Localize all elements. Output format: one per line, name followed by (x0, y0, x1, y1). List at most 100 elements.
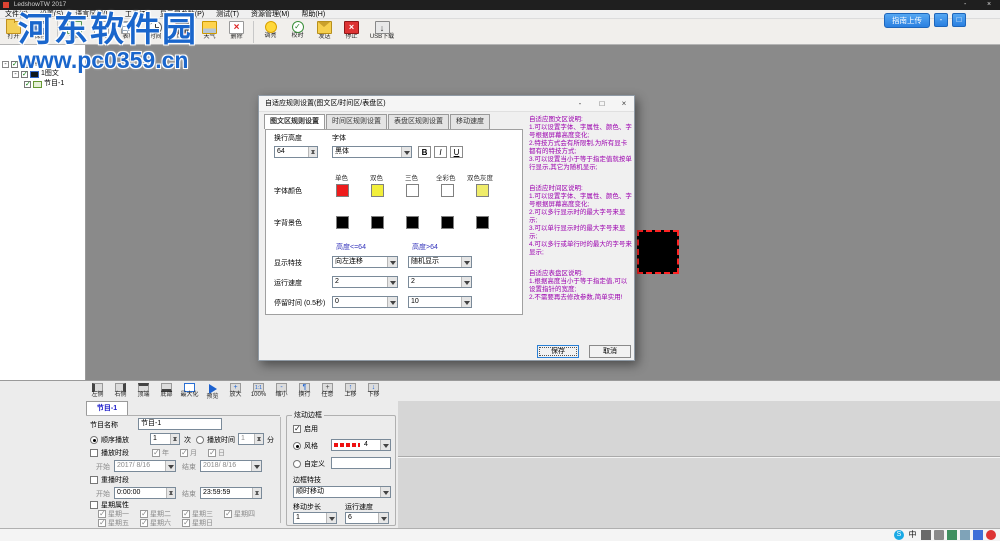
bg-color-swatch[interactable] (406, 216, 419, 229)
tab-text-area-rules[interactable]: 图文区规则设置 (264, 114, 325, 129)
run-speed-select-2[interactable]: 2 (408, 276, 472, 288)
border-style-radio[interactable] (293, 442, 301, 450)
weekday-checkbox[interactable] (182, 519, 190, 527)
dialog-close-button[interactable]: × (614, 96, 634, 112)
time-start-stepper[interactable]: 0:00:00 (114, 487, 176, 499)
menu-resource[interactable]: 资源管理(M) (246, 10, 295, 19)
border-style-select[interactable]: 4 (331, 439, 391, 451)
chevron-down-icon[interactable] (461, 277, 471, 287)
weekday-checkbox[interactable] (224, 510, 232, 518)
weekday-checkbox[interactable] (182, 510, 190, 518)
bg-color-swatch[interactable] (476, 216, 489, 229)
date-end-picker[interactable]: 2018/ 8/16 (200, 460, 262, 472)
toolbar-clock-button[interactable]: 时间 (142, 19, 169, 44)
tree-checkbox[interactable] (11, 61, 18, 68)
weekday-checkbox[interactable] (98, 510, 106, 518)
underline-button[interactable]: U (450, 146, 463, 158)
toolbar-text-area-button[interactable]: 图文 (88, 19, 115, 44)
wrap-button[interactable]: 换行 (293, 382, 316, 401)
zoom-in-button[interactable]: 放大 (224, 382, 247, 401)
chevron-down-icon[interactable] (461, 257, 471, 267)
toolbar-send-button[interactable]: 发送 (311, 19, 338, 44)
font-color-swatch[interactable] (406, 184, 419, 197)
stay-time-select-2[interactable]: 10 (408, 296, 472, 308)
toolbar-brightness-button[interactable]: 调亮 (257, 19, 284, 44)
toolbar-border-button[interactable]: 炫框 (169, 19, 196, 44)
day-checkbox[interactable] (208, 449, 216, 457)
order-play-radio[interactable] (90, 436, 98, 444)
toolbar-program-button[interactable]: 节目 (61, 19, 88, 44)
replay-period-checkbox[interactable] (90, 476, 98, 484)
tab-move-speed[interactable]: 移动速度 (450, 114, 490, 129)
chevron-down-icon[interactable] (387, 277, 397, 287)
tree-checkbox[interactable] (24, 81, 31, 88)
move-up-button[interactable]: 上移 (339, 382, 362, 401)
cancel-button[interactable]: 取消 (589, 345, 631, 358)
toolbar-table-button[interactable]: 表格 (115, 19, 142, 44)
border-effect-select[interactable]: 顺时移动 (293, 486, 391, 498)
stay-time-select-1[interactable]: 0 (332, 296, 398, 308)
toolbar-usb-download-button[interactable]: USB下载 (365, 19, 399, 44)
menu-test[interactable]: 测试(T) (211, 10, 244, 19)
quickbar-minimize-button[interactable]: - (934, 13, 948, 27)
volume-icon[interactable] (934, 530, 944, 540)
border-step-select[interactable]: 1 (293, 512, 337, 524)
chevron-down-icon[interactable] (326, 513, 336, 523)
align-top-button[interactable]: 顶端 (132, 382, 155, 401)
bold-button[interactable]: B (418, 146, 431, 158)
align-right-button[interactable]: 右侧 (109, 382, 132, 401)
toolbar-open-button[interactable]: 打开 (0, 19, 27, 44)
font-select[interactable]: 黑体 (332, 146, 412, 158)
date-start-picker[interactable]: 2017/ 8/16 (114, 460, 176, 472)
bg-color-swatch[interactable] (336, 216, 349, 229)
zoom-100-button[interactable]: 100% (247, 382, 270, 401)
italic-button[interactable]: I (434, 146, 447, 158)
window-minimize-button[interactable]: - (954, 0, 976, 10)
font-color-swatch[interactable] (441, 184, 454, 197)
tree-checkbox[interactable] (21, 71, 28, 78)
dialog-minimize-button[interactable]: - (570, 96, 590, 112)
bg-color-swatch[interactable] (371, 216, 384, 229)
chevron-down-icon[interactable] (251, 461, 261, 471)
chevron-down-icon[interactable] (378, 513, 388, 523)
menu-screen-params[interactable]: 显示屏参数(P) (155, 10, 209, 19)
weekday-checkbox[interactable] (140, 519, 148, 527)
notification-icon[interactable] (986, 530, 996, 540)
zoom-out-button[interactable]: 缩小 (270, 382, 293, 401)
network-icon[interactable] (921, 530, 931, 540)
font-color-swatch[interactable] (371, 184, 384, 197)
effect-select-2[interactable]: 随机显示 (408, 256, 472, 268)
save-button[interactable]: 保存 (537, 345, 579, 358)
stepper-arrows-icon[interactable] (308, 147, 317, 157)
order-play-stepper[interactable]: 1 (150, 433, 180, 445)
menu-language[interactable]: 语言区域(U) (70, 10, 118, 19)
border-custom-input[interactable] (331, 457, 391, 469)
collapse-icon[interactable] (12, 71, 19, 78)
guide-upload-button[interactable]: 指南上传 (884, 13, 930, 28)
toolbar-weather-button[interactable]: 天气 (196, 19, 223, 44)
weekday-checkbox[interactable] (140, 510, 148, 518)
week-attr-checkbox[interactable] (90, 501, 98, 509)
stepper-arrows-icon[interactable] (170, 434, 179, 444)
border-speed-select[interactable]: 6 (345, 512, 389, 524)
year-checkbox[interactable] (152, 449, 160, 457)
tree-item-area[interactable]: 1图文 (0, 69, 85, 79)
font-color-swatch[interactable] (476, 184, 489, 197)
time-end-stepper[interactable]: 23:59:59 (200, 487, 262, 499)
toolbar-time-sync-button[interactable]: 校时 (284, 19, 311, 44)
menu-tools[interactable]: 工具(T) (120, 10, 153, 19)
window-close-button[interactable]: × (978, 0, 1000, 10)
move-down-button[interactable]: 下移 (362, 382, 385, 401)
display-icon[interactable] (947, 530, 957, 540)
toolbar-stop-button[interactable]: 停止 (338, 19, 365, 44)
chevron-down-icon[interactable] (165, 461, 175, 471)
tab-dial-area-rules[interactable]: 表盘区规则设置 (388, 114, 449, 129)
maximize-button[interactable]: 最大化 (178, 382, 201, 401)
chevron-down-icon[interactable] (380, 487, 390, 497)
font-color-swatch[interactable] (336, 184, 349, 197)
collapse-icon[interactable] (2, 61, 9, 68)
month-checkbox[interactable] (180, 449, 188, 457)
image-icon[interactable] (960, 530, 970, 540)
bg-color-swatch[interactable] (441, 216, 454, 229)
play-time-stepper[interactable]: 1 (238, 433, 264, 445)
